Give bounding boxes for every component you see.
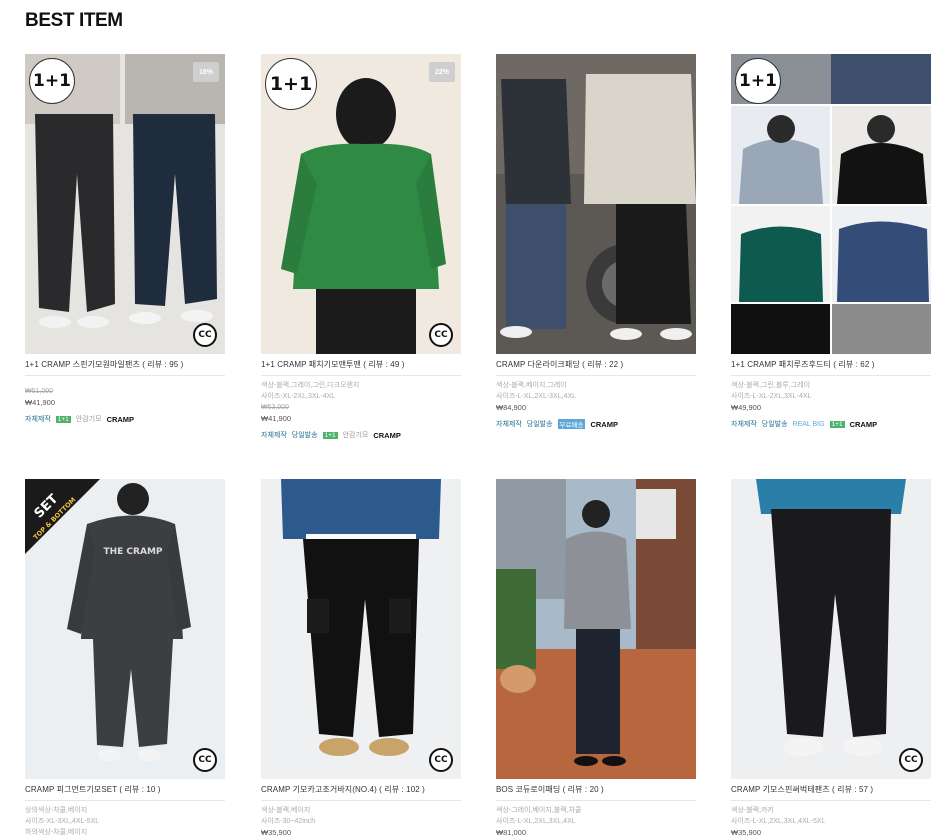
product-info: 색상-블랙,베이지 사이즈-30~42inch <box>261 805 461 827</box>
sale-price: ₩81,000 <box>496 828 527 837</box>
color-info: 색상-블랙,그린,블루,그레이 <box>731 382 811 389</box>
product-image[interactable]: CC <box>261 479 461 779</box>
discount-badge: 18% <box>193 62 219 82</box>
original-price: ₩51,000 <box>25 388 54 395</box>
product-image[interactable]: 1+1 18% CC <box>25 54 225 354</box>
tag-same-day: 당일발송 <box>526 421 553 428</box>
tag-free-shipping: 무료배송 <box>557 419 586 429</box>
product-info: 색상-블랙,그레이,그린,다크오렌지 사이즈-XL-2XL,3XL-4XL <box>261 380 461 402</box>
product-info: 색상-블랙,베이지,그레이 사이즈-L-XL,2XL-3XL,4XL <box>496 380 696 402</box>
tag-same-day: 당일발송 <box>291 432 318 439</box>
corduroy-padding-photo <box>496 479 696 779</box>
brand-logo-icon: CC <box>193 323 217 347</box>
brand-logo-icon: CC <box>429 748 453 772</box>
product-tags: 자체제작 당일발송 REAL BIG 1+1 CRAMP <box>731 419 931 429</box>
product-image[interactable]: 1+1 22% CC <box>261 54 461 354</box>
tag-self-made: 자체제작 <box>731 421 757 428</box>
product-card[interactable]: 1+1 1+1 CRAMP 패치루즈후드티 ( 리뷰 : 62 ) 색상-블랙,… <box>731 54 931 429</box>
color-info: 색상-블랙,그레이,그린,다크오렌지 <box>261 382 360 389</box>
tag-same-day: 당일발송 <box>761 421 788 428</box>
cargo-jogger-photo <box>261 479 461 779</box>
size-info: 사이즈-XL-3XL,4XL-5XL <box>25 818 100 825</box>
color-info: 색상-블랙,베이지 <box>261 807 311 814</box>
product-card[interactable]: 1+1 18% CC 1+1 CRAMP 스핀기모원마일팬츠 ( 리뷰 : 95… <box>25 54 225 424</box>
bottom-color-info: 하의색상-차콜,베이지 <box>25 829 88 836</box>
color-info: 색상-그레이,베이지,블랙,차콜 <box>496 807 582 814</box>
one-plus-one-badge: 1+1 <box>265 58 317 110</box>
product-info: 색상-블랙,그린,블루,그레이 사이즈-L-XL-2XL,3XL-4XL <box>731 380 931 402</box>
product-card[interactable]: CRAMP 다운라이크패딩 ( 리뷰 : 22 ) 색상-블랙,베이지,그레이 … <box>496 54 696 429</box>
product-tags: 자체제작 당일발송 1+1 안감기모 CRAMP <box>261 430 461 440</box>
svg-text:THE CRAMP: THE CRAMP <box>103 547 162 557</box>
product-image[interactable]: THE CRAMP SET TOP & BOTTOM CC <box>25 479 225 779</box>
product-info: 색상-그레이,베이지,블랙,차콜 사이즈-L-XL,2XL,3XL,4XL <box>496 805 696 827</box>
size-info: 사이즈-L-XL,2XL-3XL,4XL <box>496 393 577 400</box>
best-item-section: BEST ITEM 1+1 18% CC 1+1 CRAMP 스핀기모원마일팬츠… <box>0 0 948 840</box>
product-name[interactable]: BOS 코듀로이패딩 ( 리뷰 : 20 ) <box>496 784 696 801</box>
product-name[interactable]: CRAMP 다운라이크패딩 ( 리뷰 : 22 ) <box>496 359 696 376</box>
brand-logo-icon: CC <box>899 748 923 772</box>
brand-logo-icon: CC <box>429 323 453 347</box>
tag-brand: CRAMP <box>849 419 878 429</box>
tag-lining: 안감기모 <box>75 416 102 423</box>
one-plus-one-badge: 1+1 <box>29 58 75 104</box>
tag-one-plus-one: 1+1 <box>55 415 71 423</box>
original-price: ₩53,000 <box>261 404 290 411</box>
size-info: 사이즈-XL-2XL,3XL-4XL <box>261 393 336 400</box>
spin-pants-photo <box>731 479 931 779</box>
size-info: 사이즈-L-XL,2XL,3XL,4XL-5XL <box>731 818 826 825</box>
tag-lining: 안감기모 <box>342 432 369 439</box>
sale-price: ₩41,900 <box>261 414 292 423</box>
tag-brand: CRAMP <box>590 419 618 429</box>
tag-self-made: 자체제작 <box>25 416 51 423</box>
product-image[interactable]: 1+1 <box>731 54 931 354</box>
padding-jacket-photo <box>496 54 696 354</box>
sale-price: ₩49,900 <box>731 403 762 412</box>
product-info: 색상-블랙,카키 사이즈-L-XL,2XL,3XL,4XL-5XL <box>731 805 931 827</box>
tag-real-big: REAL BIG <box>792 420 825 428</box>
product-card[interactable]: BOS 코듀로이패딩 ( 리뷰 : 20 ) 색상-그레이,베이지,블랙,차콜 … <box>496 479 696 838</box>
color-info: 색상-블랙,베이지,그레이 <box>496 382 567 389</box>
size-info: 사이즈-L-XL,2XL,3XL,4XL <box>496 818 576 825</box>
product-image[interactable]: CC <box>731 479 931 779</box>
product-name[interactable]: CRAMP 기모카고조거바지(NO.4) ( 리뷰 : 102 ) <box>261 784 461 801</box>
product-info: 상의색상-차콜,베이지 사이즈-XL-3XL,4XL-5XL 하의색상-차콜,베… <box>25 805 225 838</box>
tag-self-made: 자체제작 <box>261 432 287 439</box>
product-tags: 자체제작 당일발송 무료배송 CRAMP <box>496 419 696 429</box>
product-tags: 자체제작 1+1 안감기모 CRAMP <box>25 414 225 424</box>
product-card[interactable]: CC CRAMP 기모스핀써벅테팬츠 ( 리뷰 : 57 ) 색상-블랙,카키 … <box>731 479 931 838</box>
product-card[interactable]: CC CRAMP 기모카고조거바지(NO.4) ( 리뷰 : 102 ) 색상-… <box>261 479 461 838</box>
product-name[interactable]: CRAMP 피그먼트기모SET ( 리뷰 : 10 ) <box>25 784 225 801</box>
product-name[interactable]: 1+1 CRAMP 스핀기모원마일팬츠 ( 리뷰 : 95 ) <box>25 359 225 376</box>
top-color-info: 상의색상-차콜,베이지 <box>25 807 88 814</box>
size-info: 사이즈-30~42inch <box>261 818 316 825</box>
tag-brand: CRAMP <box>106 414 135 424</box>
size-info: 사이즈-L-XL-2XL,3XL-4XL <box>731 393 812 400</box>
sale-price: ₩84,900 <box>496 403 527 412</box>
tag-one-plus-one: 1+1 <box>322 431 338 439</box>
product-image[interactable] <box>496 54 696 354</box>
brand-logo-icon: CC <box>193 748 217 772</box>
one-plus-one-badge: 1+1 <box>735 58 781 104</box>
tag-one-plus-one: 1+1 <box>829 420 845 428</box>
product-card[interactable]: 1+1 22% CC 1+1 CRAMP 패치기모맨투맨 ( 리뷰 : 49 )… <box>261 54 461 440</box>
tag-brand: CRAMP <box>373 430 401 440</box>
color-info: 색상-블랙,카키 <box>731 807 774 814</box>
tag-self-made: 자체제작 <box>496 421 522 428</box>
product-name[interactable]: 1+1 CRAMP 패치기모맨투맨 ( 리뷰 : 49 ) <box>261 359 461 376</box>
product-name[interactable]: 1+1 CRAMP 패치루즈후드티 ( 리뷰 : 62 ) <box>731 359 931 376</box>
set-ribbon: SET TOP & BOTTOM <box>25 479 100 554</box>
product-name[interactable]: CRAMP 기모스핀써벅테팬츠 ( 리뷰 : 57 ) <box>731 784 931 801</box>
section-title: BEST ITEM <box>25 10 123 31</box>
sale-price: ₩41,900 <box>25 398 56 407</box>
discount-badge: 22% <box>429 62 455 82</box>
product-image[interactable] <box>496 479 696 779</box>
product-card[interactable]: THE CRAMP SET TOP & BOTTOM CC CRAMP 피그먼트… <box>25 479 225 838</box>
sale-price: ₩35,900 <box>731 828 762 837</box>
sale-price: ₩35,900 <box>261 828 292 837</box>
